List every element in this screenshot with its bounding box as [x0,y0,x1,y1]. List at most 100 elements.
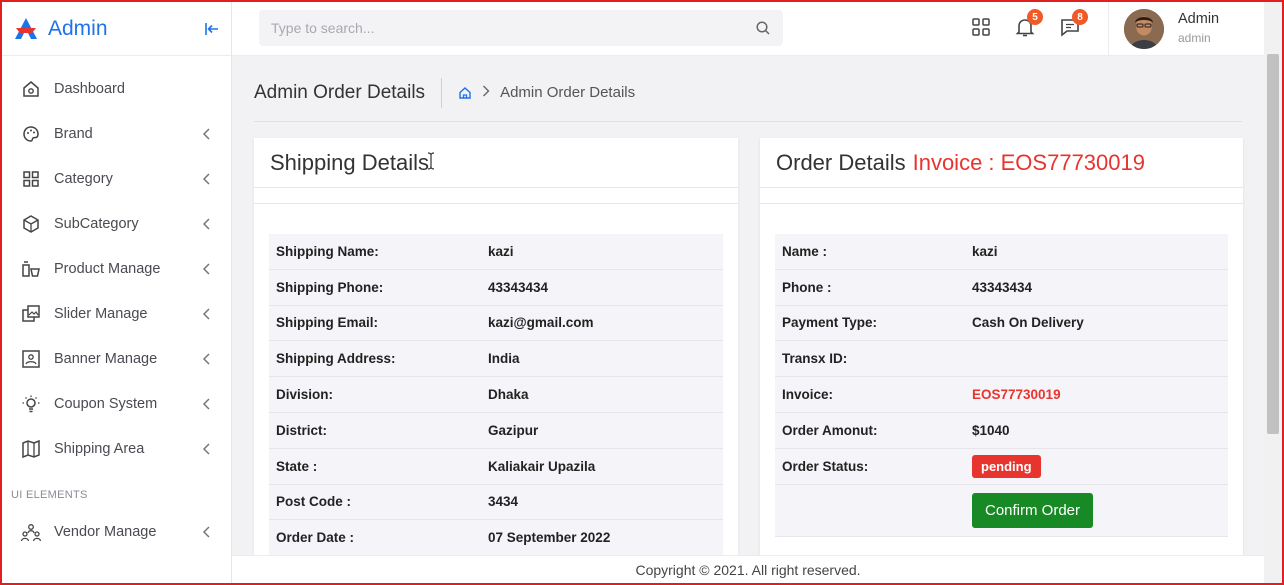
row-label: Phone : [782,279,832,295]
row-value: 43343434 [488,279,549,295]
sidebar-item-label: Banner Manage [54,350,158,367]
apps-grid-icon[interactable] [970,16,992,38]
image-icon [20,348,42,370]
order-table: Name : kazi Phone : 43343434 Payment Type:… [775,234,1228,537]
table-row: Order Amonut: $1040 [775,412,1228,449]
row-label: Shipping Phone: [276,279,384,295]
scrollbar-thumb[interactable] [1267,54,1279,434]
breadcrumb-current: Admin Order Details [500,84,636,101]
table-row: Shipping Address: India [269,341,723,378]
row-label: Shipping Address: [276,351,396,367]
table-row: Payment Type: Cash On Delivery [775,305,1228,342]
chevron-left-icon [201,442,213,455]
table-row: Shipping Email: kazi@gmail.com [269,305,723,342]
user-role: admin [1178,31,1211,45]
row-value: kazi@gmail.com [488,315,594,331]
order-card-title: Order Details [776,149,906,175]
table-row: Confirm Order [775,484,1228,537]
row-label: Shipping Email: [276,315,379,331]
row-label: Post Code : [276,494,352,510]
page-title: Admin Order Details [254,77,443,108]
search-input[interactable] [271,20,755,36]
row-label: Order Amonut: [782,422,878,438]
sidebar-brand: Admin [2,2,231,56]
sidebar-section-title: UI ELEMENTS [11,489,88,501]
row-label: Invoice: [782,387,834,403]
brand-name: Admin [48,16,108,40]
chevron-left-icon [201,352,213,365]
user-name[interactable]: Admin [1178,11,1219,27]
row-label: Order Status: [782,458,869,474]
card-divider [760,188,1243,204]
collapse-sidebar-icon[interactable] [203,20,221,38]
chevron-left-icon [201,172,213,185]
row-value: 3434 [488,494,519,510]
table-row: State : Kaliakair Upazila [269,448,723,485]
status-badge: pending [972,454,1041,478]
order-card-header: Order Details Invoice : EOS77730019 [760,138,1243,188]
row-value: $1040 [972,422,1010,438]
row-value: kazi [488,243,514,259]
chevron-left-icon [201,307,213,320]
copyright-text: Copyright © 2021. All right reserved. [635,561,861,578]
row-label: Payment Type: [782,315,878,331]
table-row: Phone : 43343434 [775,269,1228,306]
notification-count-badge: 5 [1027,9,1043,25]
sidebar-item-category[interactable]: Category [2,156,231,201]
row-value: Gazipur [488,422,539,438]
topbar-divider [1108,2,1109,56]
grid-icon [20,168,42,190]
bulb-icon [20,393,42,415]
page-scrollbar[interactable] [1264,2,1282,583]
sidebar-item-label: Dashboard [54,80,125,97]
table-row: Post Code : 3434 [269,484,723,521]
sidebar: Admin Dashboard Brand Category SubCatego… [2,2,232,583]
sidebar-item-shipping-area[interactable]: Shipping Area [2,426,231,471]
table-row: District: Gazipur [269,412,723,449]
row-value: kazi [972,243,998,259]
table-row: Order Status: pending [775,448,1228,485]
message-count-badge: 8 [1072,9,1088,25]
confirm-order-button[interactable]: Confirm Order [972,492,1094,528]
chevron-left-icon [201,127,213,140]
row-label: Transx ID: [782,351,848,367]
products-icon [20,258,42,280]
avatar[interactable] [1124,9,1164,49]
row-value: 07 September 2022 [488,530,611,546]
footer: Copyright © 2021. All right reserved. [232,555,1264,583]
sidebar-item-label: Brand [54,125,93,142]
order-details-card: Order Details Invoice : EOS77730019 Name… [760,138,1243,558]
table-row: Division: Dhaka [269,377,723,413]
sidebar-item-label: Category [54,170,113,187]
row-value: Dhaka [488,387,529,403]
sidebar-item-slider-manage[interactable]: Slider Manage [2,291,231,336]
notifications-bell-icon[interactable]: 5 [1014,9,1043,38]
sidebar-item-banner-manage[interactable]: Banner Manage [2,336,231,381]
sidebar-item-subcategory[interactable]: SubCategory [2,201,231,246]
table-row: Shipping Phone: 43343434 [269,269,723,306]
search-box [259,10,783,46]
sidebar-item-vendor-manage[interactable]: Vendor Manage [2,509,231,554]
sidebar-item-label: SubCategory [54,215,139,232]
sidebar-item-dashboard[interactable]: Dashboard [2,66,231,111]
shipping-card-title: Shipping Details [270,149,429,175]
sidebar-item-label: Slider Manage [54,305,148,322]
sidebar-item-coupon-system[interactable]: Coupon System [2,381,231,426]
messages-icon[interactable]: 8 [1059,9,1088,38]
home-icon[interactable] [458,86,472,100]
row-value: Kaliakair Upazila [488,458,596,474]
chevron-left-icon [201,525,213,538]
sidebar-nav: Dashboard Brand Category SubCategory Pro… [2,56,231,554]
row-label: Shipping Name: [276,243,379,259]
chevron-left-icon [201,262,213,275]
sidebar-item-label: Vendor Manage [54,523,157,540]
sidebar-item-label: Coupon System [54,395,158,412]
chevron-left-icon [201,397,213,410]
sidebar-item-brand[interactable]: Brand [2,111,231,156]
search-icon[interactable] [755,20,771,36]
text-cursor-icon [427,152,435,170]
sidebar-item-product-manage[interactable]: Product Manage [2,246,231,291]
invoice-title: Invoice : EOS77730019 [912,149,1145,175]
breadcrumb: Admin Order Details [458,84,635,101]
card-divider [254,188,738,204]
